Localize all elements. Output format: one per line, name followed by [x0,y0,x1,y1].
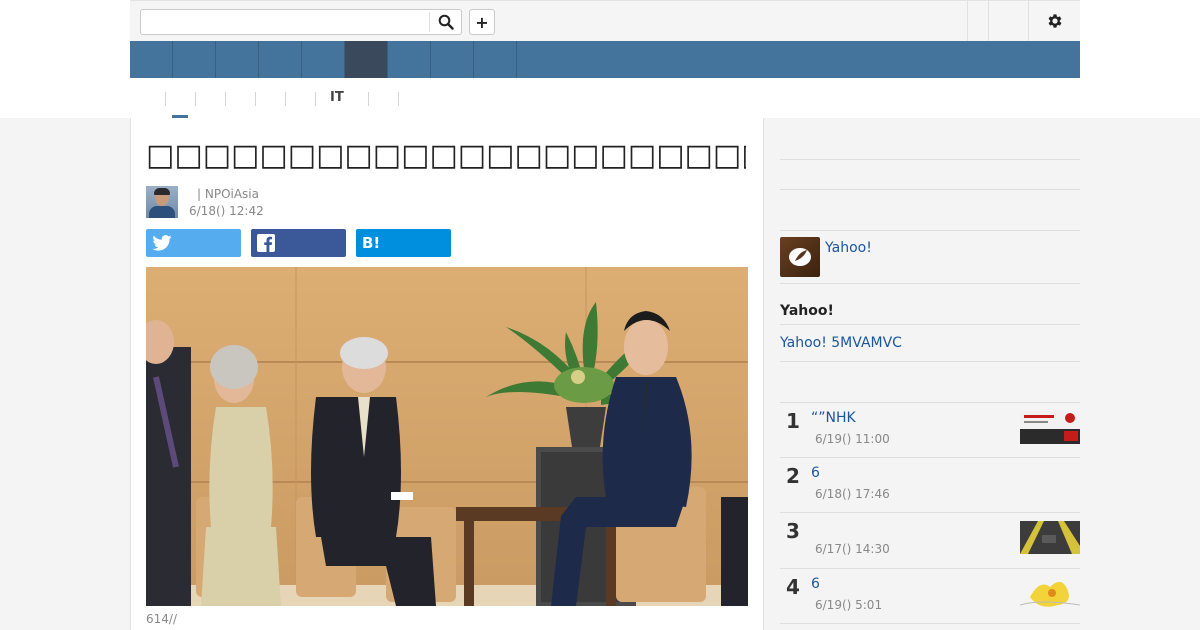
ranking-title[interactable]: 6 [811,465,820,481]
ranking-number: 1 [786,409,800,433]
ranking-title[interactable]: “”NHK [811,410,856,426]
topbar-divider [1028,1,1029,41]
nav-tab[interactable] [302,41,345,78]
ranking-thumbnail[interactable] [1020,411,1080,444]
nav-tab[interactable] [259,41,302,78]
ranking-item[interactable]: 4 6 6/19() 5:01 [780,568,1080,623]
article-photo[interactable] [146,267,748,606]
article: □□□□□□□□□□□□□□□□□□□□□□□□□□□□□□ | NPOiAsi… [130,118,764,630]
author-avatar[interactable] [146,186,178,218]
sidebar-heading: Yahoo! [780,303,834,319]
ranking-item[interactable]: 2 6 6/18() 17:46 [780,457,1080,512]
sidebar-divider [780,189,1080,190]
nav-tab[interactable] [474,41,517,78]
share-facebook-button[interactable] [251,229,346,257]
ranking-thumbnail[interactable] [1020,521,1080,554]
sidebar-divider [780,230,1080,231]
search-input[interactable] [141,10,429,34]
ranking-date: 6/18() 17:46 [815,487,890,501]
share-hatena-button[interactable]: B! [356,229,451,257]
ranking-date: 6/19() 5:01 [815,598,883,612]
nav-tab-active[interactable] [345,41,388,78]
article-title: □□□□□□□□□□□□□□□□□□□□□□□□□□□□□□ [146,138,746,173]
subnav-item[interactable] [398,92,428,106]
nav-tab[interactable] [173,41,216,78]
sub-nav [130,78,1080,118]
sidebar-divider [780,324,1080,325]
share-twitter-button[interactable] [146,229,241,257]
subnav-item[interactable] [368,92,398,106]
plus-icon: + [475,12,489,32]
ranking-number: 2 [786,464,800,488]
author-name[interactable]: | NPOiAsia [197,187,259,201]
quill-icon [789,248,811,266]
yahoo-author-badge[interactable] [780,237,820,277]
add-button[interactable]: + [469,9,495,35]
facebook-icon [257,234,275,252]
sidebar-promo-link[interactable]: Yahoo! 5MVAMVC [780,335,902,351]
twitter-icon [152,235,172,251]
search-icon [438,14,454,30]
top-bar: + [130,0,1080,41]
ranking-thumbnail[interactable] [1020,577,1080,610]
settings-button[interactable] [1043,9,1067,33]
sidebar: Yahoo! Yahoo! Yahoo! 5MVAMVC 1 “”NHK 6/1… [780,118,1080,630]
photo-caption: 614// [146,612,177,626]
sidebar-divider [780,283,1080,284]
subnav-item[interactable] [285,92,315,106]
sidebar-yahoo-link[interactable]: Yahoo! [825,240,872,256]
ranking-date: 6/17() 14:30 [815,542,890,556]
post-date: 6/18() 12:42 [189,204,264,218]
ranking-item[interactable]: 1 “”NHK 6/19() 11:00 [780,402,1080,457]
subnav-item[interactable] [195,92,225,106]
subnav-item-it[interactable]: IT [330,90,344,105]
subnav-item[interactable] [255,92,285,106]
gear-icon [1048,14,1062,28]
ranking-divider [780,623,1080,624]
ranking-number: 4 [786,575,800,599]
ranking-number: 3 [786,519,800,543]
sidebar-divider [780,361,1080,362]
topbar-divider [988,1,989,41]
subnav-item[interactable] [225,92,255,106]
nav-tab[interactable] [130,41,173,78]
nav-tab[interactable] [388,41,431,78]
ranking-item[interactable]: 3 6/17() 14:30 [780,512,1080,567]
ranking-title[interactable]: 6 [811,576,820,592]
hatena-bookmark-icon: B! [362,234,381,252]
nav-tab[interactable] [431,41,474,78]
article-photo-image [146,267,748,606]
search-divider [429,12,430,32]
ranking-date: 6/19() 11:00 [815,432,890,446]
category-nav [130,41,1080,78]
topbar-divider [967,1,968,41]
subnav-item[interactable] [165,92,195,106]
search-button[interactable] [431,10,461,34]
search-box [140,9,462,35]
sidebar-divider [780,159,1080,160]
nav-tab[interactable] [216,41,259,78]
